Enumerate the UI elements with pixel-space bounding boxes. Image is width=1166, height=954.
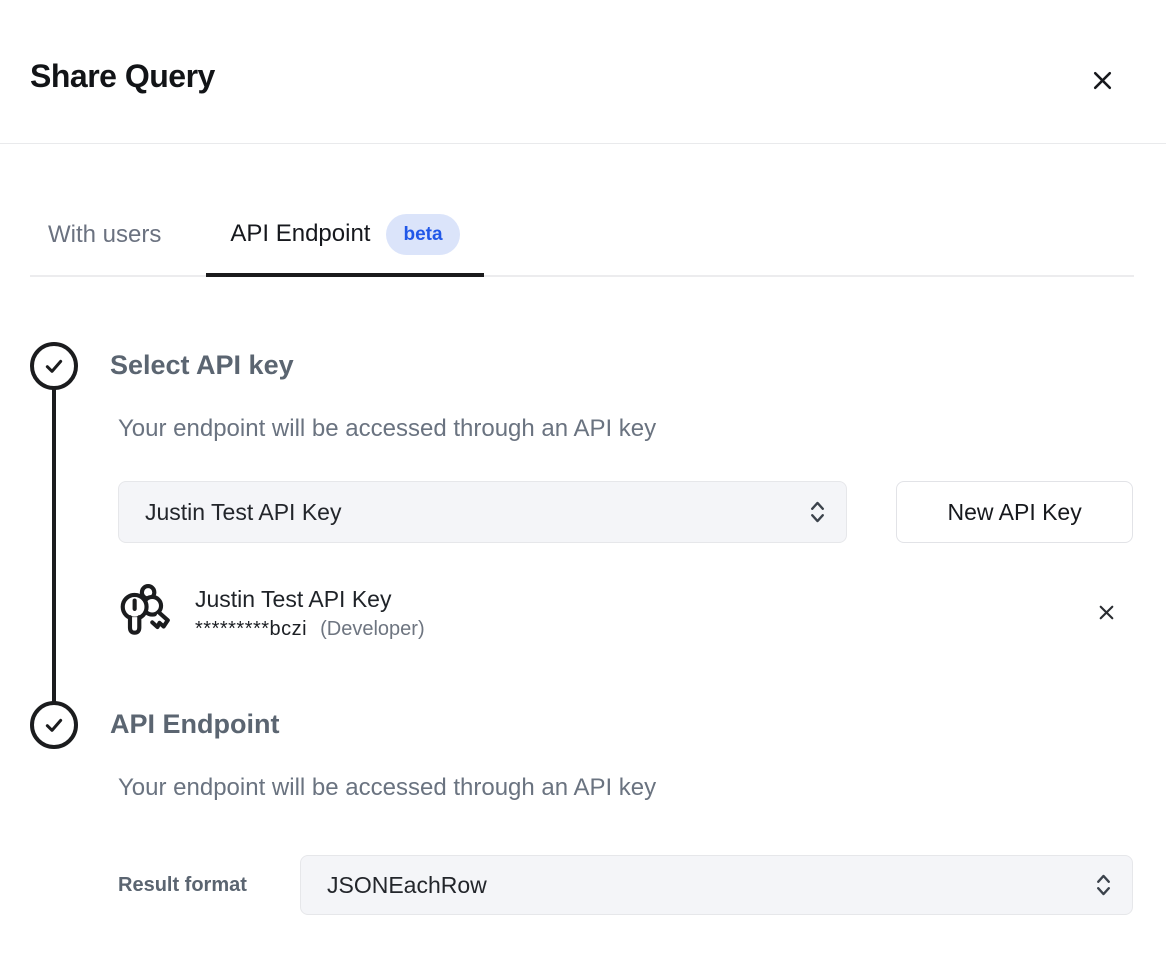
- api-key-select-value: Justin Test API Key: [145, 499, 341, 526]
- step1-title: Select API key: [110, 277, 1133, 384]
- selected-key-row: Justin Test API Key *********bczi (Devel…: [118, 583, 1133, 641]
- new-api-key-button[interactable]: New API Key: [896, 481, 1133, 543]
- result-format-select-value: JSONEachRow: [327, 872, 487, 899]
- remove-key-button[interactable]: [1093, 599, 1119, 625]
- result-format-select[interactable]: JSONEachRow: [300, 855, 1133, 915]
- selected-key-masked-secret: *********bczi: [195, 618, 307, 641]
- result-format-row: Result format JSONEachRow: [118, 855, 1133, 915]
- check-icon: [38, 350, 70, 382]
- modal-header: Share Query: [0, 0, 1166, 144]
- step2-title: API Endpoint: [110, 705, 1133, 743]
- page-title: Share Query: [30, 58, 215, 95]
- result-format-label: Result format: [118, 874, 300, 897]
- step1-status-circle: [30, 342, 78, 390]
- keys-icon: [118, 583, 172, 641]
- close-icon: [1097, 603, 1116, 622]
- check-icon: [38, 709, 70, 741]
- selected-key-name: Justin Test API Key: [195, 584, 425, 614]
- selected-key-role: (Developer): [320, 618, 424, 641]
- step1-subtitle: Your endpoint will be accessed through a…: [118, 414, 1133, 443]
- tab-with-users[interactable]: With users: [30, 195, 179, 275]
- chevron-updown-icon: [809, 499, 826, 525]
- close-icon: [1091, 69, 1114, 92]
- close-button[interactable]: [1088, 66, 1116, 94]
- api-key-controls-row: Justin Test API Key New API Key: [118, 481, 1133, 543]
- tab-bar: With users API Endpoint beta: [30, 195, 1134, 277]
- tab-api-endpoint-label: API Endpoint: [230, 220, 370, 248]
- selected-key-meta: *********bczi (Developer): [195, 618, 425, 641]
- beta-badge: beta: [386, 214, 459, 255]
- selected-key-info: Justin Test API Key *********bczi (Devel…: [195, 584, 425, 641]
- tab-api-endpoint[interactable]: API Endpoint beta: [206, 195, 483, 277]
- step2-status-circle: [30, 701, 78, 749]
- chevron-updown-icon: [1095, 872, 1112, 898]
- stepper-connector-line: [52, 387, 56, 707]
- tab-with-users-label: With users: [48, 221, 161, 249]
- steps-container: Select API key Your endpoint will be acc…: [0, 277, 1166, 915]
- step2-subtitle: Your endpoint will be accessed through a…: [118, 773, 1133, 802]
- api-key-select[interactable]: Justin Test API Key: [118, 481, 847, 543]
